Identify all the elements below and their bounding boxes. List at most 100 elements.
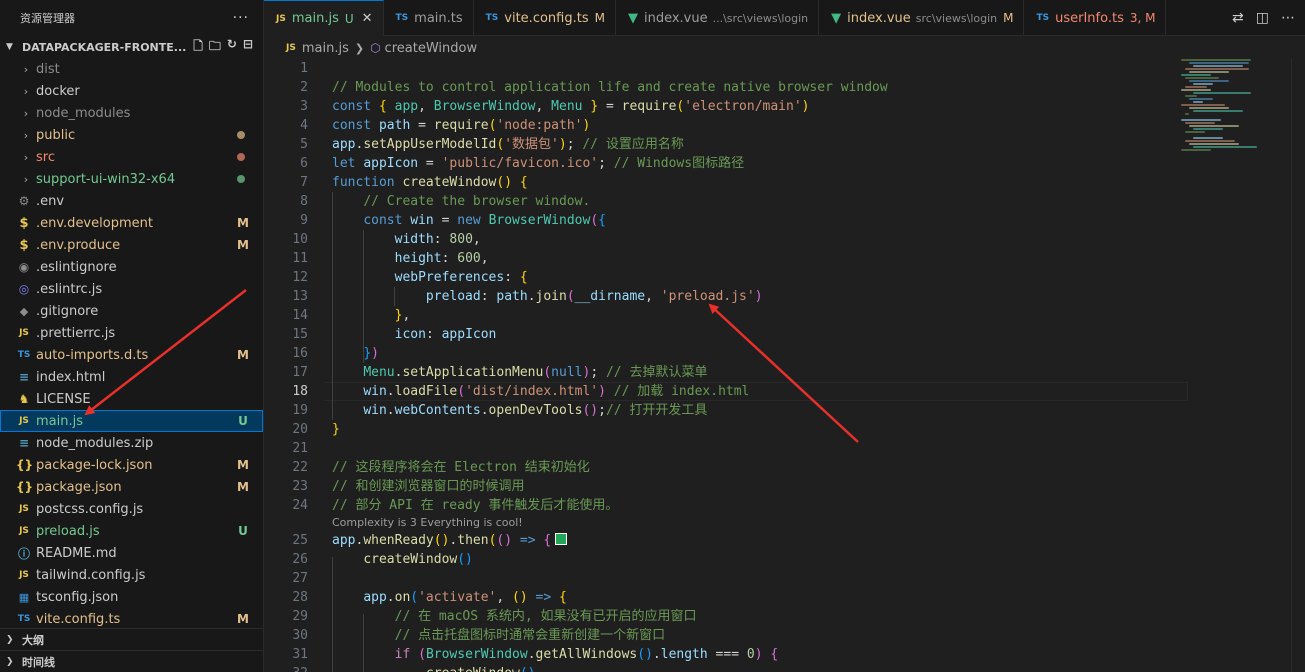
codelens-complexity[interactable]: Complexity is 3 Everything is cool!	[332, 515, 1192, 531]
line-number: 7	[300, 175, 308, 190]
file-item[interactable]: ≡ node_modules.zip	[0, 432, 263, 454]
code-line[interactable]: win.webContents.openDevTools();// 打开开发工具	[332, 401, 1192, 420]
folder-item[interactable]: › dist	[0, 58, 263, 80]
code-line[interactable]: app.on('activate', () => {	[332, 588, 1192, 607]
code-content[interactable]: // Modules to control application life a…	[332, 59, 1192, 672]
close-icon[interactable]: ✕	[362, 11, 373, 26]
breadcrumb-file[interactable]: main.js	[302, 41, 349, 56]
editor-tab[interactable]: TS userInfo.ts 3, M	[1024, 0, 1167, 36]
more-actions-icon[interactable]: ⋯	[1281, 10, 1295, 26]
code-line[interactable]: preload: path.join(__dirname, 'preload.j…	[332, 287, 1192, 306]
tab-label: vite.config.ts	[504, 10, 589, 26]
file-item[interactable]: JS tailwind.config.js	[0, 564, 263, 586]
file-item[interactable]: ▦ tsconfig.json	[0, 586, 263, 608]
code-line[interactable]: // Modules to control application life a…	[332, 78, 1192, 97]
minimap[interactable]	[1181, 59, 1291, 159]
code-line[interactable]: width: 800,	[332, 230, 1192, 249]
breadcrumb-symbol[interactable]: createWindow	[385, 41, 478, 56]
compare-changes-icon[interactable]: ⇄	[1232, 10, 1244, 26]
code-line[interactable]: // Create the browser window.	[332, 192, 1192, 211]
file-item[interactable]: TS vite.config.ts M	[0, 608, 263, 630]
file-item[interactable]: ≡ index.html	[0, 366, 263, 388]
vertical-scrollbar[interactable]	[1291, 59, 1305, 672]
minimap-line	[1185, 95, 1197, 97]
code-line[interactable]: }	[332, 420, 1192, 439]
file-item[interactable]: $ .env.development M	[0, 212, 263, 234]
more-actions-icon[interactable]: ···	[233, 10, 249, 26]
file-item[interactable]: JS postcss.config.js	[0, 498, 263, 520]
file-item[interactable]: ◆ .gitignore	[0, 300, 263, 322]
code-line[interactable]: Menu.setApplicationMenu(null); // 去掉默认菜单	[332, 363, 1192, 382]
refresh-icon[interactable]: ↻	[227, 37, 237, 58]
code-line[interactable]: let appIcon = 'public/favicon.ico'; // W…	[332, 154, 1192, 173]
code-line[interactable]: height: 600,	[332, 249, 1192, 268]
editor-tab[interactable]: TS vite.config.ts M	[474, 0, 616, 36]
indent-guide	[332, 557, 333, 672]
code-token: ()	[433, 533, 450, 548]
collapse-all-icon[interactable]: ⊟	[243, 37, 253, 58]
code-line[interactable]: createWindow()	[332, 664, 1192, 672]
editor-tab[interactable]: TS main.ts	[384, 0, 474, 36]
file-item[interactable]: JS main.js U	[0, 410, 263, 432]
code-editor[interactable]: 1 2 3 4 5 6 7 8 9 10 11 12 13 14 15 16 17 18 19 20 21 22 23 24 2…	[264, 59, 1305, 672]
file-item[interactable]: JS preload.js U	[0, 520, 263, 542]
code-line[interactable]: icon: appIcon	[332, 325, 1192, 344]
code-line[interactable]: // 这段程序将会在 Electron 结束初始化	[332, 458, 1192, 477]
code-line[interactable]: // 和创建浏览器窗口的时候调用	[332, 477, 1192, 496]
code-line[interactable]: // 在 macOS 系统内, 如果没有已开启的应用窗口	[332, 607, 1192, 626]
chevron-right-icon: ❯	[6, 656, 14, 667]
js-file-icon: JS	[19, 570, 29, 580]
code-line[interactable]	[332, 569, 1192, 588]
minimap-line	[1189, 71, 1229, 73]
code-line[interactable]: app.whenReady().then(() => {	[332, 531, 1192, 550]
line-number: 5	[300, 137, 308, 152]
folder-item[interactable]: › src	[0, 146, 263, 168]
code-line[interactable]: createWindow()	[332, 550, 1192, 569]
workspace-root-folder[interactable]: ▼ DATAPACKAGER-FRONTE... 🗋 🗀 ↻ ⊟	[0, 36, 263, 58]
file-label: .env.development	[36, 215, 153, 231]
timeline-panel-header[interactable]: ❯ 时间线	[0, 650, 263, 672]
code-line[interactable]	[332, 59, 1192, 78]
file-item[interactable]: ◎ .eslintrc.js	[0, 278, 263, 300]
file-item[interactable]: {} package-lock.json M	[0, 454, 263, 476]
file-item[interactable]: TS auto-imports.d.ts M	[0, 344, 263, 366]
folder-item[interactable]: › public	[0, 124, 263, 146]
code-token: require	[433, 118, 489, 133]
code-line[interactable]	[332, 439, 1192, 458]
file-item[interactable]: {} package.json M	[0, 476, 263, 498]
code-line[interactable]: const path = require('node:path')	[332, 116, 1192, 135]
folder-item[interactable]: › node_modules	[0, 102, 263, 124]
code-line[interactable]: function createWindow() {	[332, 173, 1192, 192]
code-line[interactable]: // 部分 API 在 ready 事件触发后才能使用。	[332, 496, 1192, 515]
code-line[interactable]: app.setAppUserModelId('数据包'); // 设置应用名称	[332, 135, 1192, 154]
file-item[interactable]: ⚙ .env	[0, 190, 263, 212]
code-line[interactable]: const { app, BrowserWindow, Menu } = req…	[332, 97, 1192, 116]
code-token: preload	[425, 289, 481, 304]
file-item[interactable]: ⓘ README.md	[0, 542, 263, 564]
new-folder-icon[interactable]: 🗀	[209, 37, 221, 58]
file-item[interactable]: $ .env.produce M	[0, 234, 263, 256]
code-token: Menu	[551, 99, 583, 114]
code-token: :	[441, 251, 458, 266]
file-label: index.html	[36, 369, 106, 385]
editor-tab[interactable]: JS main.js U ✕	[264, 0, 384, 36]
folder-item[interactable]: › docker	[0, 80, 263, 102]
split-editor-icon[interactable]: ◫	[1256, 10, 1269, 26]
new-file-icon[interactable]: 🗋	[193, 37, 203, 58]
code-line[interactable]: // 点击托盘图标时通常会重新创建一个新窗口	[332, 626, 1192, 645]
code-line[interactable]: const win = new BrowserWindow({	[332, 211, 1192, 230]
git-status-badge: M	[237, 480, 249, 494]
code-line[interactable]: if (BrowserWindow.getAllWindows().length…	[332, 645, 1192, 664]
file-label: .env.produce	[36, 237, 121, 253]
code-line[interactable]: },	[332, 306, 1192, 325]
editor-tab[interactable]: ▼ index.vue ...\src\views\login	[616, 0, 820, 36]
editor-tab[interactable]: ▼ index.vue src\views\login M	[819, 0, 1025, 36]
file-item[interactable]: JS .prettierrc.js	[0, 322, 263, 344]
outline-panel-header[interactable]: ❯ 大纲	[0, 628, 263, 650]
folder-item[interactable]: › support-ui-win32-x64	[0, 168, 263, 190]
code-line[interactable]: })	[332, 344, 1192, 363]
file-item[interactable]: ♞ LICENSE	[0, 388, 263, 410]
file-item[interactable]: ◉ .eslintignore	[0, 256, 263, 278]
code-line[interactable]: webPreferences: {	[332, 268, 1192, 287]
